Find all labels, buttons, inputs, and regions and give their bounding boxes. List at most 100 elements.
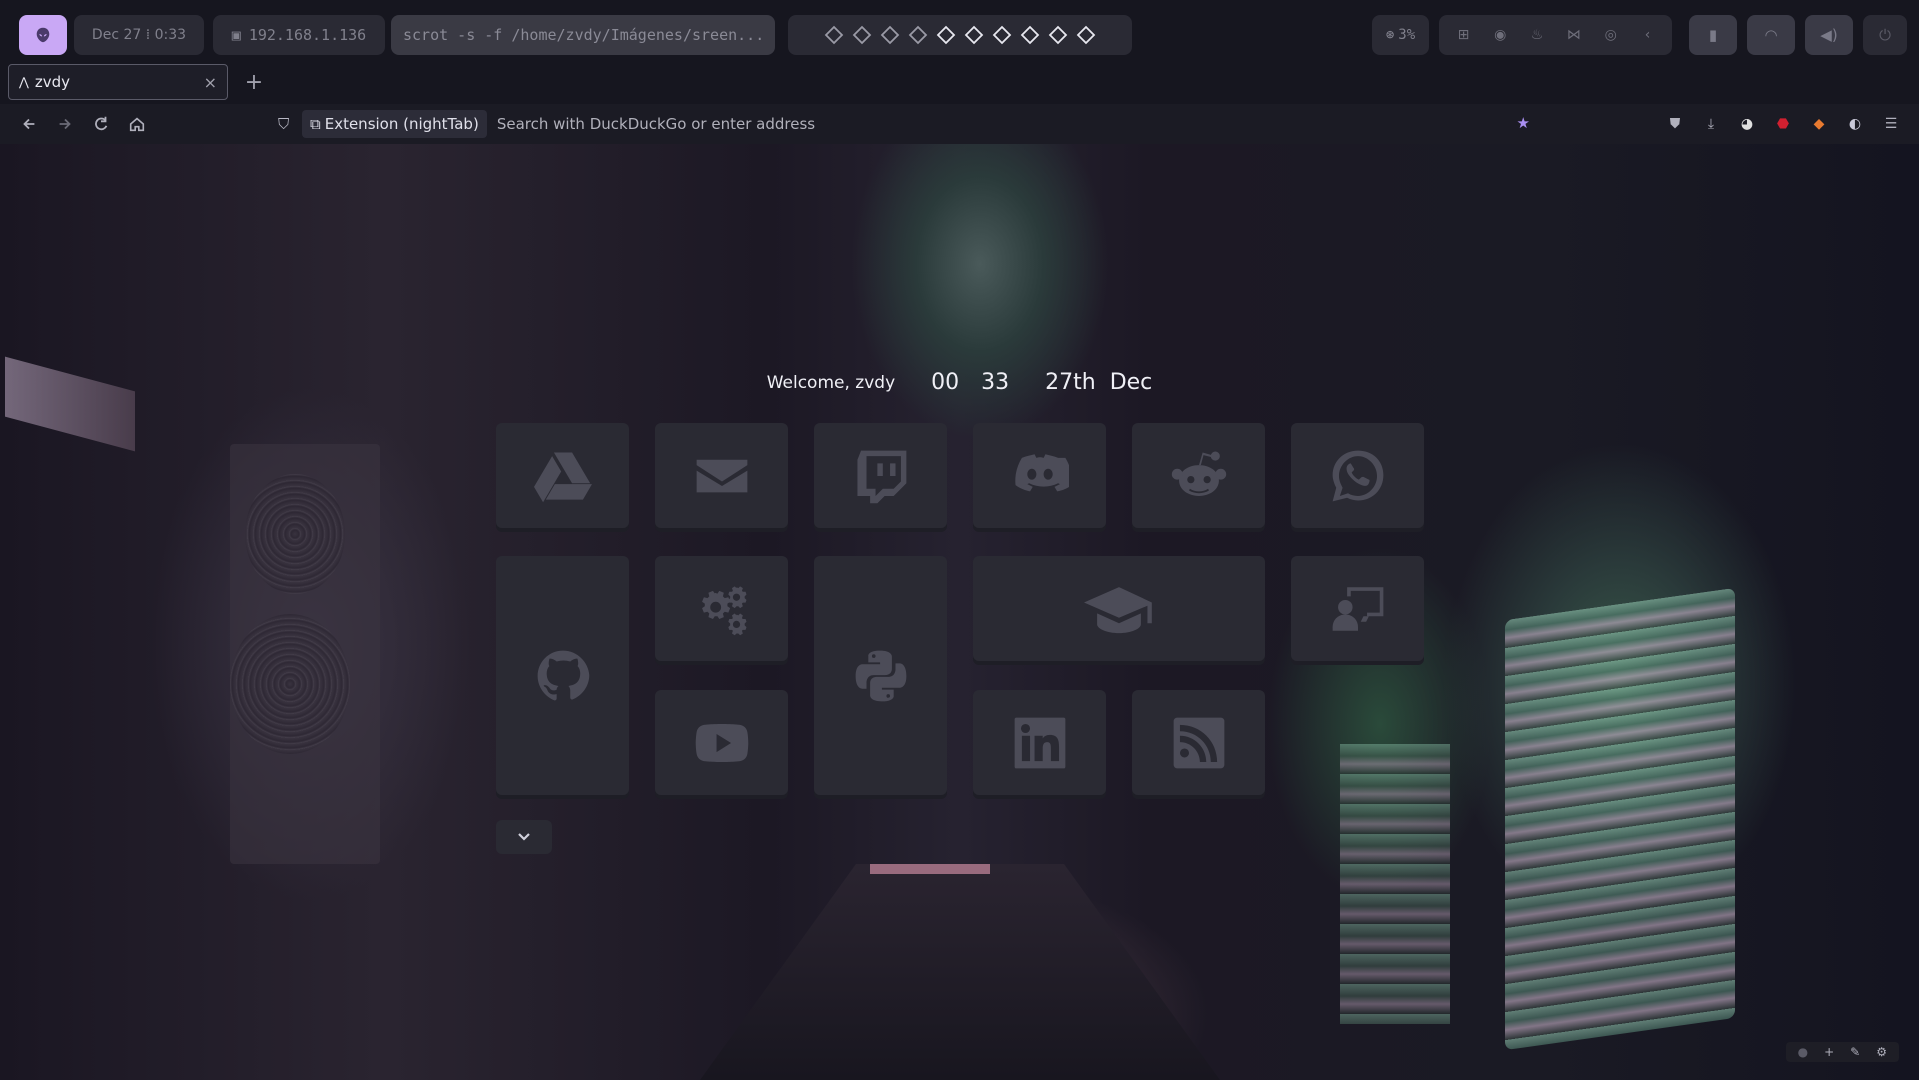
workspace-3[interactable] bbox=[880, 25, 900, 45]
clipboard-button[interactable]: ▮ bbox=[1689, 15, 1737, 55]
date-month: Dec bbox=[1109, 370, 1153, 395]
mail-icon bbox=[696, 459, 747, 492]
workspace-8[interactable] bbox=[1020, 25, 1040, 45]
volume-button[interactable]: ◀) bbox=[1805, 15, 1853, 55]
glasses-icon[interactable]: ◐ bbox=[1843, 110, 1867, 138]
add-icon[interactable]: + bbox=[1824, 1045, 1834, 1059]
bookmark-star-icon[interactable]: ★ bbox=[1517, 114, 1530, 132]
new-tab-button[interactable]: + bbox=[240, 68, 268, 96]
bookmark-discord[interactable] bbox=[973, 423, 1106, 528]
greeting: Welcome, zvdy bbox=[766, 372, 896, 393]
bookmark-remote-desktop[interactable] bbox=[1291, 556, 1424, 661]
clipboard-icon: ▮ bbox=[1708, 26, 1718, 44]
bookmark-linkedin[interactable] bbox=[973, 690, 1106, 795]
vscode-icon[interactable]: ⋈ bbox=[1562, 27, 1587, 43]
address-input[interactable]: Search with DuckDuckGo or enter address bbox=[497, 115, 815, 133]
bookmark-google-drive[interactable] bbox=[496, 423, 629, 528]
forward-button[interactable] bbox=[50, 110, 80, 138]
toolbar-icons: ⛊ ⤓ ◕ ⬣ ◆ ◐ ☰ bbox=[1663, 110, 1903, 138]
address-bar[interactable]: ⛉ ⧉ Extension (nightTab) Search with Duc… bbox=[270, 108, 1542, 140]
bookmark-grid bbox=[496, 423, 1424, 795]
reload-button[interactable] bbox=[86, 110, 116, 138]
bookmark-twitch[interactable] bbox=[814, 423, 947, 528]
theme-icon[interactable]: ● bbox=[1798, 1045, 1808, 1059]
workspace-9[interactable] bbox=[1048, 25, 1068, 45]
chevron-left-icon[interactable]: ‹ bbox=[1635, 27, 1660, 43]
twitch-icon bbox=[856, 450, 906, 503]
privacy-badger-icon[interactable]: ◕ bbox=[1735, 110, 1759, 138]
discord-icon bbox=[1014, 453, 1069, 491]
reload-icon bbox=[95, 116, 108, 131]
header-area: Welcome, zvdy 00 33 27th Dec bbox=[0, 370, 1919, 395]
close-tab-icon[interactable]: × bbox=[204, 73, 217, 92]
power-button[interactable]: ⏻ bbox=[1863, 15, 1907, 55]
collapse-button[interactable] bbox=[496, 820, 552, 854]
date-day: 27th bbox=[1045, 370, 1096, 395]
bookmark-whatsapp[interactable] bbox=[1291, 423, 1424, 528]
tab-title: zvdy bbox=[34, 73, 70, 91]
alien-icon bbox=[36, 27, 50, 43]
tab-favicon-icon: ⋀ bbox=[19, 75, 29, 89]
fox-icon[interactable]: ◆ bbox=[1807, 110, 1831, 138]
bookmark-reddit[interactable] bbox=[1132, 423, 1265, 528]
bookmark-github[interactable] bbox=[496, 556, 629, 795]
background-vending-machine bbox=[1505, 587, 1735, 1051]
extension-identity[interactable]: ⧉ Extension (nightTab) bbox=[302, 110, 487, 138]
github-icon bbox=[537, 650, 589, 700]
bookmark-python[interactable] bbox=[814, 556, 947, 795]
github-icon[interactable]: ◎ bbox=[1598, 27, 1623, 43]
workspaces bbox=[788, 15, 1132, 55]
window-icon[interactable]: ⊞ bbox=[1451, 27, 1476, 43]
datetime-widget[interactable]: Dec 27 ⁞ 0:33 bbox=[74, 15, 204, 55]
cpu-value: 3% bbox=[1398, 27, 1416, 43]
clock-hour: 00 bbox=[931, 370, 960, 395]
youtube-icon bbox=[695, 723, 748, 762]
background-fan bbox=[245, 474, 345, 594]
bookmark-education[interactable] bbox=[973, 556, 1265, 661]
fire-icon[interactable]: ♨ bbox=[1525, 27, 1550, 43]
workspace-5[interactable] bbox=[936, 25, 956, 45]
bookmark-youtube[interactable] bbox=[655, 690, 788, 795]
reddit-icon bbox=[1171, 451, 1226, 496]
python-icon bbox=[855, 650, 906, 701]
bookmark-rss[interactable] bbox=[1132, 690, 1265, 795]
workspace-6[interactable] bbox=[964, 25, 984, 45]
spotify-icon[interactable]: ◉ bbox=[1488, 27, 1513, 43]
workspace-7[interactable] bbox=[992, 25, 1012, 45]
cpu-widget[interactable]: ⊛ 3% bbox=[1372, 15, 1429, 55]
workspace-1[interactable] bbox=[824, 25, 844, 45]
ip-widget[interactable]: ▣ 192.168.1.136 bbox=[213, 15, 385, 55]
navigation-toolbar: ⛉ ⧉ Extension (nightTab) Search with Duc… bbox=[0, 104, 1919, 144]
system-topbar: Dec 27 ⁞ 0:33 ▣ 192.168.1.136 scrot -s -… bbox=[0, 0, 1919, 70]
arrow-right-icon bbox=[59, 118, 71, 130]
settings-icon[interactable]: ⚙ bbox=[1876, 1045, 1887, 1059]
whatsapp-icon bbox=[1332, 450, 1383, 501]
shield-icon[interactable]: ⛉ bbox=[278, 115, 289, 133]
chevron-down-icon bbox=[518, 833, 530, 841]
pocket-icon[interactable]: ⛊ bbox=[1663, 110, 1687, 138]
back-button[interactable] bbox=[14, 110, 44, 138]
nighttab-controls: ● + ✎ ⚙ bbox=[1785, 1042, 1899, 1062]
tab-strip: ⋀ zvdy × + bbox=[0, 62, 1919, 104]
remote-desktop-icon bbox=[1332, 586, 1383, 631]
menu-button[interactable] bbox=[19, 15, 67, 55]
workspace-4[interactable] bbox=[908, 25, 928, 45]
tab-zvdy[interactable]: ⋀ zvdy × bbox=[8, 64, 228, 100]
workspace-10[interactable] bbox=[1076, 25, 1096, 45]
active-window-title[interactable]: scrot -s -f /home/zvdy/Imágenes/sreen... bbox=[391, 15, 775, 55]
background-alley bbox=[700, 864, 1220, 1080]
bookmark-mail[interactable] bbox=[655, 423, 788, 528]
background-light bbox=[870, 864, 990, 874]
google-drive-icon bbox=[533, 451, 592, 502]
edit-icon[interactable]: ✎ bbox=[1850, 1045, 1860, 1059]
home-button[interactable] bbox=[122, 110, 152, 138]
monitor-icon: ▣ bbox=[231, 26, 241, 44]
hamburger-menu-icon[interactable]: ☰ bbox=[1879, 110, 1903, 138]
wifi-button[interactable]: ◠ bbox=[1747, 15, 1795, 55]
clock-minute: 33 bbox=[981, 370, 1010, 395]
workspace-2[interactable] bbox=[852, 25, 872, 45]
bookmark-settings[interactable] bbox=[655, 556, 788, 661]
extension-label: Extension (nightTab) bbox=[324, 115, 479, 133]
download-icon[interactable]: ⤓ bbox=[1699, 110, 1723, 138]
ublock-icon[interactable]: ⬣ bbox=[1771, 110, 1795, 138]
